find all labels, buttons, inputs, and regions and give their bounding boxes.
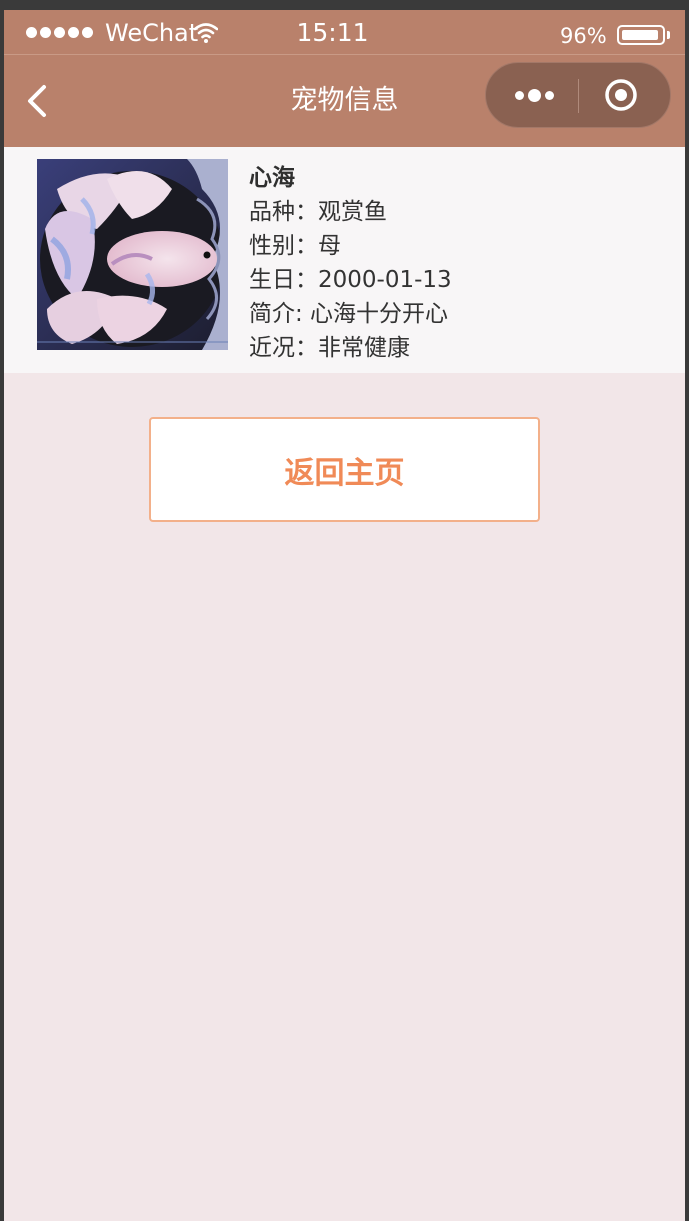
return-home-button[interactable]: 返回主页 <box>149 417 540 522</box>
navigation-bar: 宠物信息 <box>4 55 685 147</box>
pet-intro: 简介: 心海十分开心 <box>249 301 449 327</box>
pet-gender: 性别：母 <box>249 233 341 259</box>
betta-fish-photo <box>37 159 228 350</box>
status-bar: WeChat 15:11 96% <box>4 10 685 55</box>
pet-birthday: 生日：2000-01-13 <box>249 267 452 293</box>
capsule-divider <box>578 79 579 113</box>
pet-breed: 品种：观赏鱼 <box>249 199 387 225</box>
battery-cap <box>667 31 670 39</box>
battery-fill <box>622 30 658 40</box>
mini-program-capsule <box>485 62 671 128</box>
pet-details: 心海 品种：观赏鱼 性别：母 生日：2000-01-13 简介: 心海十分开心 … <box>249 161 452 365</box>
battery-icon <box>617 25 665 45</box>
pet-info-card: 心海 品种：观赏鱼 性别：母 生日：2000-01-13 简介: 心海十分开心 … <box>4 147 685 373</box>
phone-screen: WeChat 15:11 96% 宠物信息 心海 品种：观赏鱼 性别：母 生日：… <box>4 10 685 1221</box>
pet-name: 心海 <box>249 165 295 191</box>
pet-status: 近况：非常健康 <box>249 335 410 361</box>
battery-percent: 96% <box>560 24 607 48</box>
target-circle-icon[interactable] <box>604 78 638 112</box>
more-dots-icon[interactable] <box>506 73 562 117</box>
status-time-text: 15:11 <box>296 18 369 47</box>
